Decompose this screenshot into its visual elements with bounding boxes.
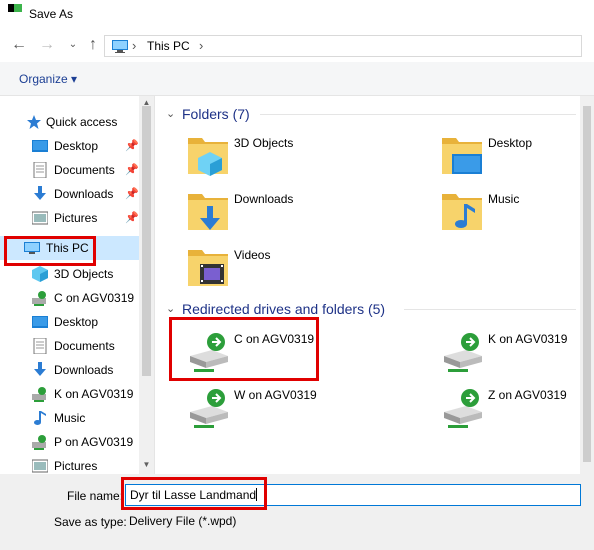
drive-w-on-agv0319[interactable]: W on AGV0319: [158, 384, 398, 436]
title-bar: Save As: [0, 0, 594, 30]
videos-folder-icon: [188, 250, 228, 286]
recent-locations-chevron-down-icon[interactable]: ⌄: [64, 35, 82, 55]
navigation-bar: ← → ⌄ ↑ › This PC ›: [0, 30, 594, 62]
sidebar-item-c-drive[interactable]: C on AGV0319: [0, 286, 140, 310]
download-folder-icon: [188, 194, 228, 230]
folder-downloads[interactable]: Downloads: [158, 188, 398, 240]
documents-icon: [33, 162, 47, 178]
text-caret: [256, 488, 258, 501]
address-bar[interactable]: › This PC ›: [104, 35, 582, 57]
folder-desktop[interactable]: Desktop: [412, 132, 580, 184]
group-divider: [404, 309, 576, 310]
download-icon: [34, 362, 46, 376]
file-name-value: Dyr til Lasse Landmand: [130, 488, 257, 502]
file-name-input[interactable]: Dyr til Lasse Landmand: [125, 484, 581, 506]
documents-icon: [33, 338, 47, 354]
sidebar-item-desktop[interactable]: Desktop: [0, 310, 140, 334]
download-icon: [34, 186, 46, 200]
chevron-down-icon[interactable]: ⌄: [166, 107, 175, 120]
sidebar-item-music[interactable]: Music: [0, 406, 140, 430]
network-drive-icon: [32, 291, 46, 306]
breadcrumb-this-pc[interactable]: This PC: [147, 39, 190, 53]
music-icon: [34, 411, 46, 425]
save-form: File name: Dyr til Lasse Landmand Save a…: [0, 474, 594, 550]
pictures-icon: [32, 459, 48, 473]
window-title: Save As: [29, 7, 74, 21]
file-list: ⌄ Folders (7) 3D Objects Desktop Downloa…: [156, 96, 580, 474]
scroll-down-icon[interactable]: ▼: [141, 460, 152, 469]
group-divider: [260, 114, 576, 115]
sidebar-item-k-drive[interactable]: K on AGV0319: [0, 382, 140, 406]
pictures-icon: [32, 211, 48, 225]
folder-videos[interactable]: Videos: [158, 244, 398, 296]
sidebar-item-p-drive[interactable]: P on AGV0319: [0, 430, 140, 454]
drive-c-on-agv0319[interactable]: C on AGV0319: [158, 328, 398, 380]
sidebar-item-documents[interactable]: Documents: [0, 334, 140, 358]
organize-button[interactable]: Organize ▾: [19, 72, 77, 86]
back-icon[interactable]: ←: [10, 35, 28, 55]
network-drive-icon: [190, 389, 228, 428]
cube-folder-icon: [188, 138, 228, 176]
command-bar: Organize ▾: [0, 62, 594, 96]
folder-3d-objects[interactable]: 3D Objects: [158, 132, 398, 184]
sidebar-item-quick-access[interactable]: Quick access: [0, 110, 140, 134]
app-icon: [8, 4, 22, 12]
chevron-right-icon[interactable]: ›: [199, 38, 203, 53]
sidebar-item-3d-objects[interactable]: 3D Objects: [0, 262, 140, 286]
drive-z-on-agv0319[interactable]: Z on AGV0319: [412, 384, 580, 436]
network-drive-icon: [444, 389, 482, 428]
content-scroll-thumb[interactable]: [583, 106, 591, 462]
forward-icon[interactable]: →: [38, 35, 56, 55]
chevron-right-icon[interactable]: ›: [132, 38, 136, 53]
pin-icon: 📌: [125, 164, 139, 176]
sidebar-scroll-thumb[interactable]: [142, 106, 151, 376]
content-scrollbar[interactable]: [580, 96, 594, 474]
pin-icon: 📌: [125, 212, 139, 224]
desktop-icon: [32, 316, 48, 328]
desktop-folder-icon: [442, 138, 482, 174]
file-name-label: File name:: [67, 489, 124, 503]
drive-k-on-agv0319[interactable]: K on AGV0319: [412, 328, 580, 380]
navigation-pane: Quick access Desktop 📌 Documents 📌 Downl…: [0, 96, 155, 474]
save-as-type-label: Save as type:: [54, 515, 127, 529]
cube-icon: [32, 266, 48, 282]
desktop-icon: [32, 140, 48, 152]
network-drive-icon: [444, 333, 482, 372]
sidebar-item-pictures-pinned[interactable]: Pictures 📌: [0, 206, 140, 230]
sidebar-scrollbar[interactable]: ▲ ▼: [139, 96, 154, 474]
network-drive-icon: [190, 333, 228, 372]
save-as-type-select[interactable]: Delivery File (*.wpd): [125, 510, 581, 532]
chevron-down-icon[interactable]: ⌄: [166, 302, 175, 315]
star-icon: [27, 115, 41, 129]
folder-music[interactable]: Music: [412, 188, 580, 240]
sidebar-item-downloads-pinned[interactable]: Downloads 📌: [0, 182, 140, 206]
computer-icon: [112, 40, 128, 53]
network-drive-icon: [32, 435, 46, 450]
pin-icon: 📌: [125, 188, 139, 200]
computer-icon: [24, 242, 40, 254]
pin-icon: 📌: [125, 140, 139, 152]
sidebar-item-desktop-pinned[interactable]: Desktop 📌: [0, 134, 140, 158]
music-folder-icon: [442, 194, 482, 230]
sidebar-item-this-pc[interactable]: This PC: [0, 236, 140, 260]
network-drive-icon: [32, 387, 46, 402]
sidebar-item-pictures[interactable]: Pictures: [0, 454, 140, 474]
up-icon[interactable]: ↑: [84, 35, 102, 55]
sidebar-item-downloads[interactable]: Downloads: [0, 358, 140, 382]
sidebar-item-documents-pinned[interactable]: Documents 📌: [0, 158, 140, 182]
